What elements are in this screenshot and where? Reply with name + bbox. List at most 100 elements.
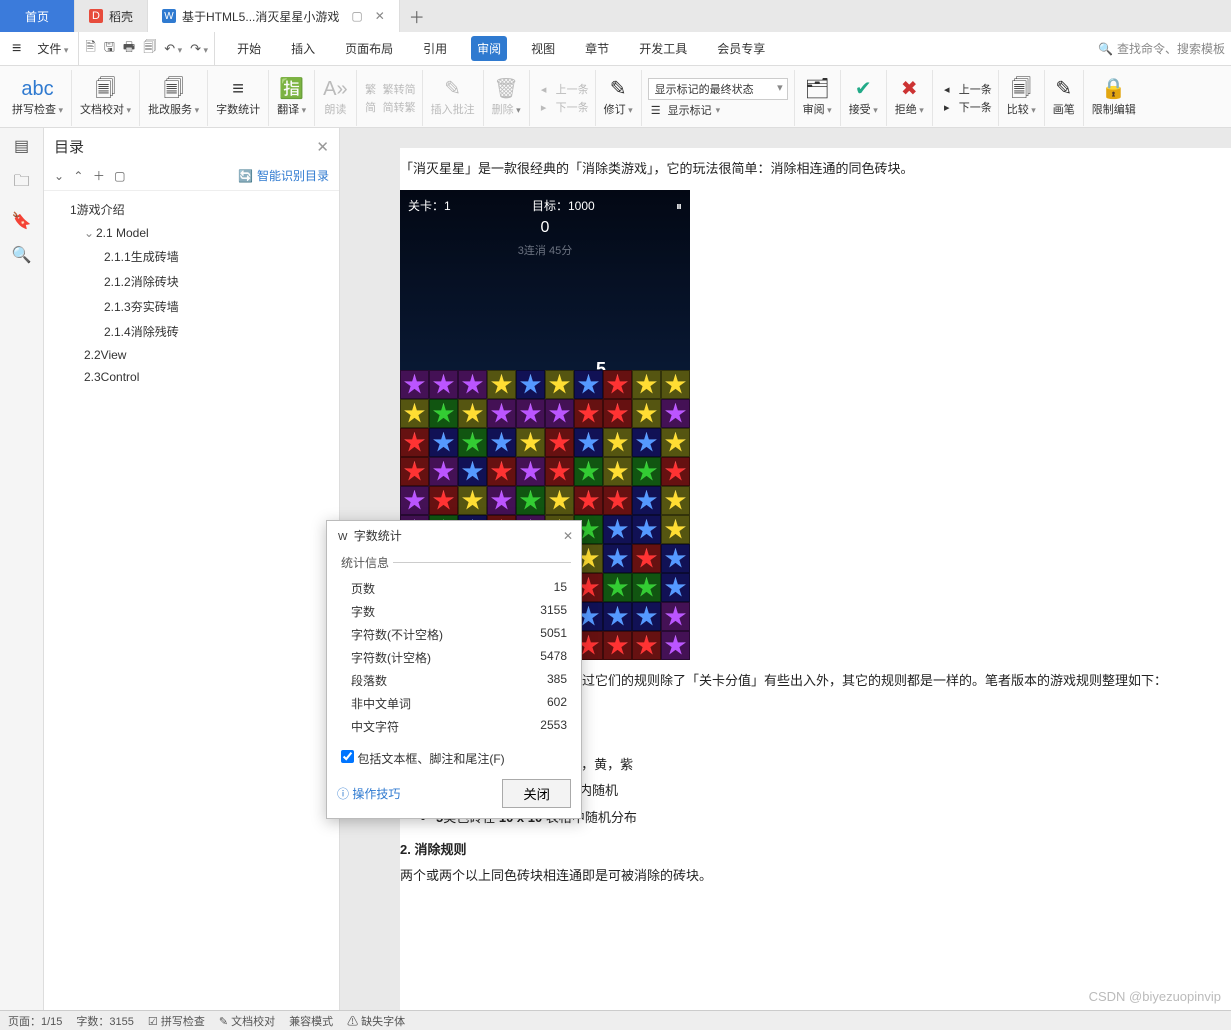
menu-view[interactable]: 视图 <box>525 36 561 61</box>
command-search[interactable]: 🔍 查找命令、搜索模板 <box>1098 40 1225 57</box>
menu-ref[interactable]: 引用 <box>417 36 453 61</box>
display-mode-select[interactable]: 显示标记的最终状态 <box>648 78 788 100</box>
paragraph: 「消灭星星」是一款很经典的「消除类游戏」，它的玩法很简单：消除相连通的同色砖块。 <box>400 158 1231 190</box>
menu-insert[interactable]: 插入 <box>285 36 321 61</box>
qa-preview-icon[interactable]: 🗐 <box>143 38 156 60</box>
smart-toc-button[interactable]: 🔄智能识别目录 <box>238 167 329 184</box>
outline-icon[interactable]: ▤ <box>14 136 29 156</box>
spellcheck-status[interactable]: ☑ 拼写检查 <box>148 1013 205 1029</box>
stat-row: 非中文单词602 <box>337 692 571 715</box>
toc-item[interactable]: 2.1.3夯实砖墙 <box>62 294 339 319</box>
word-icon: W <box>162 9 176 23</box>
toc-collapse-icon[interactable]: ⌄ <box>54 169 64 183</box>
qa-undo-icon[interactable]: ↶ <box>164 41 182 57</box>
game-cell <box>458 457 487 486</box>
qa-print-icon[interactable]: 🖶 <box>123 38 135 60</box>
compat-status[interactable]: 兼容模式 <box>289 1013 333 1029</box>
game-cell <box>458 370 487 399</box>
translate-button[interactable]: 🈯翻译 <box>269 70 315 126</box>
toc-more-icon[interactable]: ▢ <box>114 169 125 183</box>
show-markup-button[interactable]: ☰显示标记 <box>648 102 788 118</box>
proofread-button[interactable]: 🗐文档校对 <box>72 70 140 126</box>
missing-font-status[interactable]: ⚠ 缺失字体 <box>347 1013 405 1029</box>
game-cell <box>632 573 661 602</box>
compare-button[interactable]: 🗐比较 <box>999 70 1045 126</box>
tab-add[interactable]: ＋ <box>400 0 434 32</box>
game-cell <box>487 428 516 457</box>
game-cell <box>429 428 458 457</box>
game-cell <box>487 370 516 399</box>
game-cell <box>400 370 429 399</box>
include-footnotes-checkbox[interactable]: 包括文本框、脚注和尾注(F) <box>341 752 505 766</box>
find-icon[interactable]: 🔍 <box>12 245 32 265</box>
tab-window-icon[interactable]: ▢ <box>351 9 362 23</box>
stat-row: 段落数385 <box>337 669 571 692</box>
close-panel-icon[interactable]: ✕ <box>316 138 329 156</box>
menu-chapter[interactable]: 章节 <box>579 36 615 61</box>
toc-item[interactable]: 2.1 Model <box>62 222 339 244</box>
game-cell <box>603 486 632 515</box>
game-cell <box>574 428 603 457</box>
delete-comment-button: 🗑删除 <box>484 70 530 126</box>
game-cell <box>603 457 632 486</box>
workspace: ▤ 🗀 🔖 🔍 目录 ✕ ⌄ ⌃ ＋ ▢ 🔄智能识别目录 1游戏介绍2.1 Mod… <box>0 128 1231 1010</box>
proofread-status[interactable]: ✎ 文档校对 <box>219 1013 275 1029</box>
menu-layout[interactable]: 页面布局 <box>339 36 399 61</box>
bookmark-icon[interactable]: 🔖 <box>12 211 32 231</box>
close-button[interactable]: 关闭 <box>502 779 571 808</box>
game-cell <box>603 428 632 457</box>
reject-button[interactable]: ✖拒绝 <box>887 70 933 126</box>
toc-item[interactable]: 1游戏介绍 <box>62 197 339 222</box>
stat-row: 字符数(不计空格)5051 <box>337 623 571 646</box>
game-cell <box>603 631 632 660</box>
refresh-icon: 🔄 <box>238 169 253 183</box>
close-icon[interactable]: ✕ <box>375 9 385 23</box>
next-change-button[interactable]: ▸下一条 <box>939 99 992 115</box>
game-cell <box>545 428 574 457</box>
track-changes-button[interactable]: ✎修订 <box>596 70 642 126</box>
wordcount-button[interactable]: ≡字数统计 <box>208 70 269 126</box>
pen-button[interactable]: ✎画笔 <box>1045 70 1084 126</box>
toc-item[interactable]: 2.1.2消除砖块 <box>62 269 339 294</box>
menu-vip[interactable]: 会员专享 <box>711 36 771 61</box>
qa-new-icon[interactable]: 🖹 <box>85 38 95 60</box>
toc-expand-icon[interactable]: ⌃ <box>73 169 83 183</box>
toc-item[interactable]: 2.1.1生成砖墙 <box>62 244 339 269</box>
accept-button[interactable]: ✔接受 <box>841 70 887 126</box>
word-indicator[interactable]: 字数：3155 <box>76 1013 133 1029</box>
toc-item[interactable]: 2.1.4消除残砖 <box>62 319 339 344</box>
tab-document[interactable]: W基于HTML5...消灭星星小游戏▢✕ <box>148 0 400 32</box>
game-cell <box>632 631 661 660</box>
page-indicator[interactable]: 页面：1/15 <box>8 1013 62 1029</box>
correction-button[interactable]: 🗐批改服务 <box>140 70 208 126</box>
toc-add-icon[interactable]: ＋ <box>93 169 105 183</box>
dialog-close-icon[interactable]: ✕ <box>563 529 573 543</box>
review-button[interactable]: 🗂审阅 <box>795 70 841 126</box>
toc-item[interactable]: 2.3Control <box>62 366 339 388</box>
game-cell <box>487 486 516 515</box>
tips-link[interactable]: ⓘ 操作技巧 <box>337 785 400 802</box>
readaloud-button: A»朗读 <box>315 70 356 126</box>
spellcheck-button[interactable]: abc拼写检查 <box>4 70 72 126</box>
restrict-edit-button[interactable]: 🔒限制编辑 <box>1084 70 1144 126</box>
game-cell <box>603 370 632 399</box>
game-cell <box>661 428 690 457</box>
panel-title: 目录 <box>54 136 84 157</box>
folder-icon[interactable]: 🗀 <box>13 170 29 197</box>
menu-review[interactable]: 审阅 <box>471 36 507 61</box>
prev-change-button[interactable]: ◂上一条 <box>939 81 992 97</box>
search-icon: 🔍 <box>1098 42 1113 56</box>
game-cell <box>603 602 632 631</box>
menu-start[interactable]: 开始 <box>231 36 267 61</box>
menu-devtools[interactable]: 开发工具 <box>633 36 693 61</box>
game-cell <box>632 544 661 573</box>
tab-daokeer[interactable]: D稻壳 <box>75 0 148 32</box>
qa-redo-icon[interactable]: ↷ <box>190 41 208 57</box>
qa-save-icon[interactable]: 🖫 <box>104 38 115 60</box>
toc-item[interactable]: 2.2View <box>62 344 339 366</box>
tab-home[interactable]: 首页 <box>0 0 75 32</box>
toc-list: 1游戏介绍2.1 Model2.1.1生成砖墙2.1.2消除砖块2.1.3夯实砖… <box>44 191 339 1010</box>
hamburger-icon[interactable]: ≡ <box>6 40 27 58</box>
file-menu[interactable]: 文件 <box>31 40 74 57</box>
stat-row: 字数3155 <box>337 600 571 623</box>
